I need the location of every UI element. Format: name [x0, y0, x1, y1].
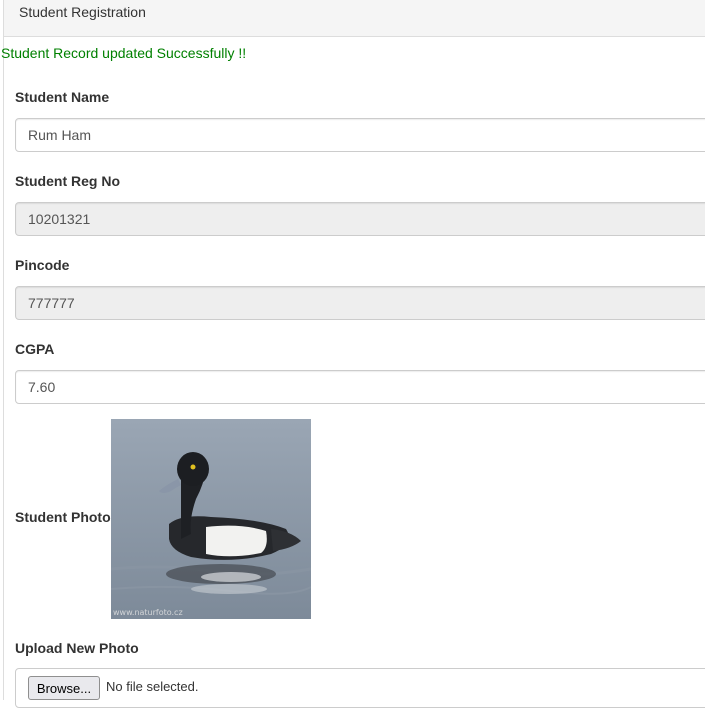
file-status-text: No file selected. [106, 679, 199, 694]
student-reg-no-label: Student Reg No [15, 173, 120, 189]
registration-panel: Student Registration [3, 0, 705, 700]
pincode-input[interactable] [15, 286, 705, 320]
student-name-input[interactable] [15, 118, 705, 152]
upload-photo-label: Upload New Photo [15, 640, 139, 656]
student-photo: www.naturfoto.cz [111, 419, 311, 619]
pincode-label: Pincode [15, 257, 70, 273]
success-message: Student Record updated Successfully !! [1, 45, 247, 61]
cgpa-label: CGPA [15, 341, 55, 357]
cgpa-input[interactable] [15, 370, 705, 404]
student-photo-label: Student Photo [15, 509, 111, 525]
student-name-label: Student Name [15, 89, 110, 105]
file-input[interactable]: Browse... No file selected. [15, 668, 705, 708]
photo-watermark: www.naturfoto.cz [113, 608, 183, 617]
duck-image: www.naturfoto.cz [111, 419, 311, 619]
browse-button[interactable]: Browse... [28, 676, 100, 700]
panel-title: Student Registration [19, 4, 146, 20]
student-reg-no-input[interactable] [15, 202, 705, 236]
panel-heading: Student Registration [4, 0, 705, 37]
